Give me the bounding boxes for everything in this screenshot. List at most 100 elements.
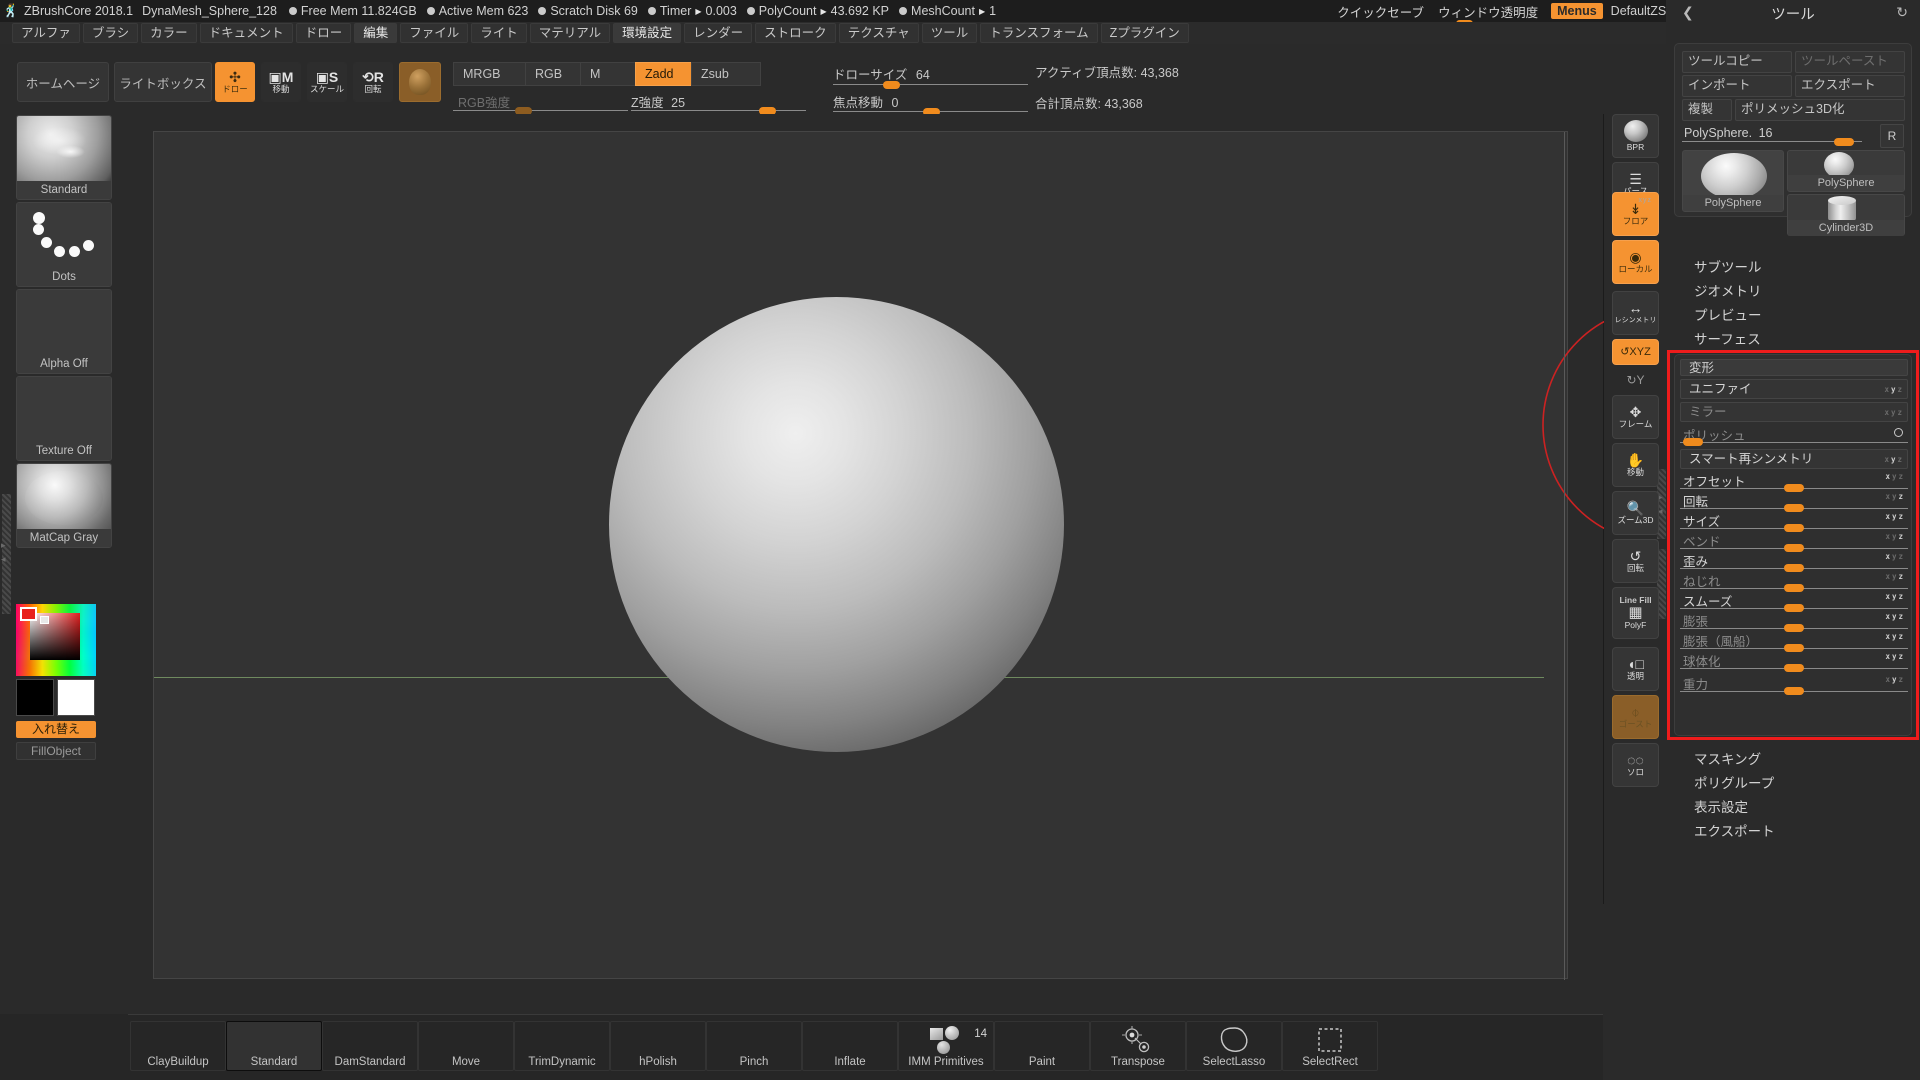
quicksave-button[interactable]: クイックセーブ	[1330, 2, 1431, 21]
palette-collapse-icon[interactable]: ◂	[1, 554, 6, 565]
floor-grid-button[interactable]: xyz ↡ フロア	[1612, 192, 1659, 236]
material-swatch[interactable]: MatCap Gray	[16, 463, 112, 548]
lightbox-button[interactable]: ライトボックス	[114, 62, 212, 102]
panel-row-preview[interactable]: プレビュー	[1666, 306, 1920, 326]
document-viewport[interactable]	[153, 131, 1769, 980]
panel-row-subtool[interactable]: サブツール	[1666, 258, 1920, 278]
alpha-swatch[interactable]: Alpha Off	[16, 289, 112, 374]
menu-texture[interactable]: テクスチャ	[838, 23, 919, 43]
mode-mrgb[interactable]: MRGB	[453, 62, 525, 86]
polyframe-button[interactable]: Line Fill ▦ PolyF	[1612, 587, 1659, 639]
menus-toggle-button[interactable]: Menus	[1551, 3, 1603, 19]
scale-mode-button[interactable]: ▣S スケール	[307, 62, 347, 102]
brush-swatch[interactable]: Standard	[16, 115, 112, 200]
brush-inflate[interactable]: Inflate	[802, 1021, 898, 1071]
local-symmetry-button[interactable]: ◉ ローカル	[1612, 240, 1659, 284]
brush-hpolish[interactable]: hPolish	[610, 1021, 706, 1071]
mode-zadd[interactable]: Zadd	[635, 62, 691, 86]
menu-color[interactable]: カラー	[141, 23, 197, 43]
menu-zplugin[interactable]: Zプラグイン	[1100, 23, 1189, 43]
r-recall-button[interactable]: R	[1880, 124, 1904, 148]
mode-m[interactable]: M	[580, 62, 635, 86]
rotate-mode-button[interactable]: ⟲R 回転	[353, 62, 393, 102]
panel-row-export[interactable]: エクスポート	[1666, 822, 1920, 842]
item-info-slider[interactable]: PolySphere. 16	[1682, 126, 1862, 146]
brush-pinch[interactable]: Pinch	[706, 1021, 802, 1071]
activate-symmetry-button[interactable]: ↔ レシンメトリ	[1612, 291, 1659, 335]
menu-transform[interactable]: トランスフォーム	[980, 23, 1098, 43]
mode-zsub[interactable]: Zsub	[691, 62, 761, 86]
swap-colors-button[interactable]: 入れ替え	[16, 721, 96, 738]
brush-selectlasso[interactable]: SelectLasso	[1186, 1021, 1282, 1071]
brush-transpose[interactable]: Transpose	[1090, 1021, 1186, 1071]
edit-object-button[interactable]	[399, 62, 441, 102]
primary-color-swatch[interactable]	[16, 679, 54, 716]
color-marker-inner[interactable]	[40, 616, 49, 625]
polysphere-3d-object[interactable]	[609, 297, 1064, 752]
brush-claybuildup[interactable]: ClayBuildup	[130, 1021, 226, 1071]
brush-paint[interactable]: Paint	[994, 1021, 1090, 1071]
solo-button[interactable]: ◌◌ ソロ	[1612, 743, 1659, 787]
xyz-axis-button[interactable]: ↺XYZ	[1612, 339, 1659, 365]
palette-expand-icon[interactable]: ▸	[1, 540, 6, 551]
zoom3d-button[interactable]: 🔍 ズーム3D	[1612, 491, 1659, 535]
menu-edit[interactable]: 編集	[354, 23, 398, 43]
brush-move[interactable]: Move	[418, 1021, 514, 1071]
window-opacity-slider[interactable]: ウィンドウ透明度	[1431, 2, 1545, 27]
make-polymesh3d-button[interactable]: ポリメッシュ3D化	[1735, 99, 1905, 121]
fill-object-button[interactable]: FillObject	[16, 742, 96, 760]
texture-swatch[interactable]: Texture Off	[16, 376, 112, 461]
menu-draw[interactable]: ドロー	[295, 23, 352, 43]
panel-row-display[interactable]: 表示設定	[1666, 798, 1920, 818]
panel-row-surface[interactable]: サーフェス	[1666, 330, 1920, 350]
rotate-view-button[interactable]: ↺ 回転	[1612, 539, 1659, 583]
tool-paste-button[interactable]: ツールペースト	[1795, 51, 1905, 73]
menu-stroke[interactable]: ストローク	[755, 23, 836, 43]
brush-standard[interactable]: Standard	[226, 1021, 322, 1071]
menu-brush[interactable]: ブラシ	[82, 23, 139, 43]
tool-thumb-polysphere-large[interactable]: PolySphere	[1682, 150, 1784, 212]
move-view-button[interactable]: ✋ 移動	[1612, 443, 1659, 487]
duplicate-button[interactable]: 複製	[1682, 99, 1732, 121]
drawsize-slider[interactable]	[833, 80, 1028, 90]
frame-view-button[interactable]: ✥ フレーム	[1612, 395, 1659, 439]
ghost-transparency-button[interactable]: ⌽ ゴースト	[1612, 695, 1659, 739]
brush-damstandard[interactable]: DamStandard	[322, 1021, 418, 1071]
y-rotate-button[interactable]: ↻Y	[1612, 369, 1659, 391]
reset-icon[interactable]: ↻	[1896, 4, 1908, 21]
secondary-color-swatch[interactable]	[57, 679, 95, 716]
export-button[interactable]: エクスポート	[1795, 75, 1905, 97]
color-picker[interactable]	[16, 604, 96, 676]
canvas-area[interactable]	[128, 114, 1769, 1014]
slider-knob[interactable]	[1834, 138, 1854, 146]
transparency-button[interactable]: ◖□ 透明	[1612, 647, 1659, 691]
brush-trimdynamic[interactable]: TrimDynamic	[514, 1021, 610, 1071]
move-mode-button[interactable]: ▣M 移動	[261, 62, 301, 102]
menu-file[interactable]: ファイル	[400, 23, 469, 43]
import-button[interactable]: インポート	[1682, 75, 1792, 97]
menu-tool[interactable]: ツール	[921, 23, 978, 43]
mode-rgb[interactable]: RGB	[525, 62, 580, 86]
tool-thumb-polysphere-small[interactable]: PolySphere	[1787, 150, 1905, 192]
draw-mode-button[interactable]: ✣ ドロー	[215, 62, 255, 102]
brush-selectrect[interactable]: SelectRect	[1282, 1021, 1378, 1071]
menu-document[interactable]: ドキュメント	[199, 23, 293, 43]
stroke-swatch[interactable]: Dots	[16, 202, 112, 287]
back-arrow-icon[interactable]: ❮	[1682, 4, 1694, 21]
color-marker-outer[interactable]	[20, 606, 37, 621]
brush-imm-primitives[interactable]: 14 IMM Primitives	[898, 1021, 994, 1071]
menu-preferences[interactable]: 環境設定	[613, 23, 682, 43]
menu-alpha[interactable]: アルファ	[12, 23, 80, 43]
homepage-button[interactable]: ホームヘージ	[17, 62, 109, 102]
menu-render[interactable]: レンダー	[684, 23, 753, 43]
menu-light[interactable]: ライト	[471, 23, 527, 43]
menu-material[interactable]: マテリアル	[529, 23, 611, 43]
panel-row-polygroups[interactable]: ポリグループ	[1666, 774, 1920, 794]
panel-row-masking[interactable]: マスキング	[1666, 750, 1920, 770]
color-sv-field[interactable]	[30, 612, 80, 661]
slider-knob[interactable]	[883, 81, 900, 89]
tool-copy-button[interactable]: ツールコピー	[1682, 51, 1792, 73]
tool-thumb-cylinder3d[interactable]: Cylinder3D	[1787, 194, 1905, 236]
bpr-render-button[interactable]: BPR	[1612, 114, 1659, 158]
panel-row-geometry[interactable]: ジオメトリ	[1666, 282, 1920, 302]
